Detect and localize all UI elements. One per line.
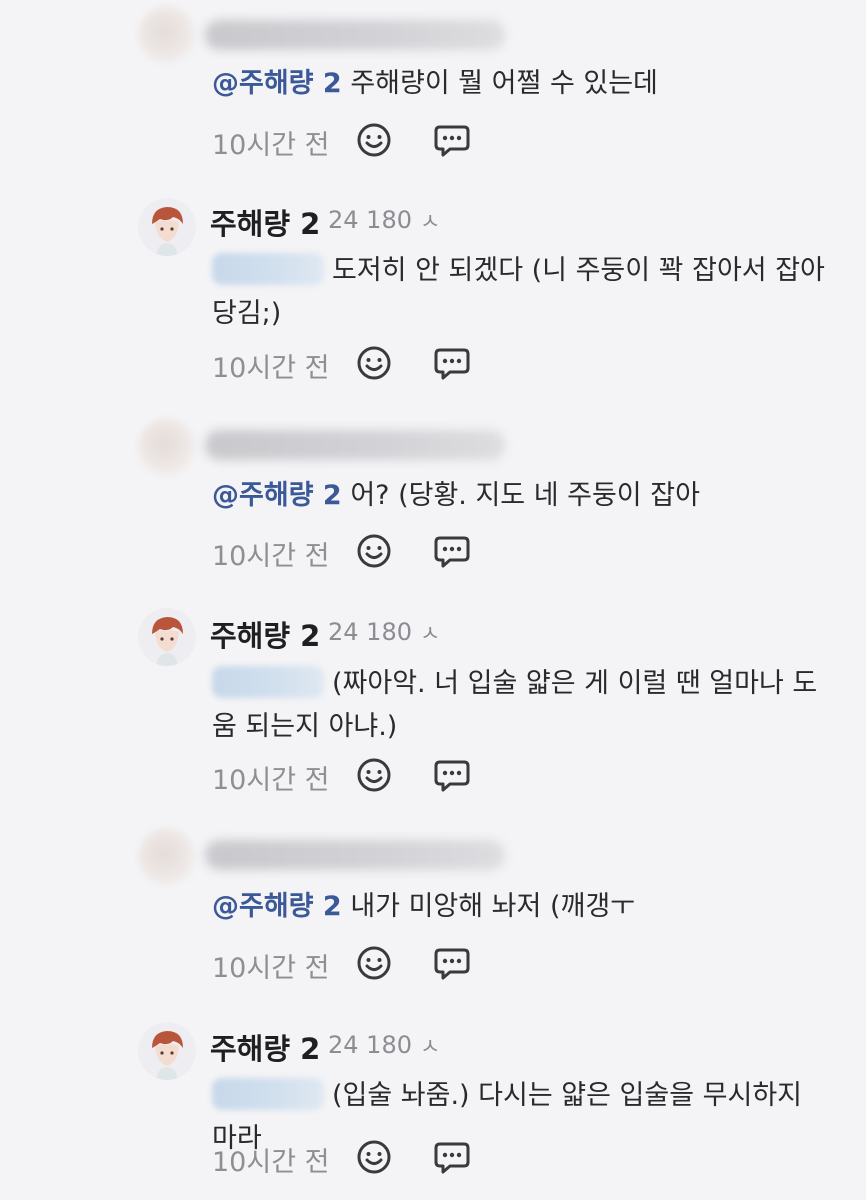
blurred-username	[205, 20, 505, 50]
avatar[interactable]	[138, 418, 196, 476]
timestamp: 10시간 전	[212, 541, 330, 572]
avatar-illustration	[138, 198, 196, 256]
avatar[interactable]	[138, 608, 196, 666]
timestamp: 10시간 전	[212, 765, 330, 796]
author-name[interactable]: 주해량 2	[210, 1026, 320, 1068]
comment-text: 도저히 안 되겠다 (니 주둥이 꽉 잡아서 잡아당김;)	[212, 249, 832, 335]
mention-link[interactable]: @주해량 2	[212, 891, 342, 922]
reply-bubble-icon[interactable]	[432, 343, 472, 383]
author-meta: 24 180	[328, 618, 412, 646]
avatar[interactable]	[138, 6, 196, 64]
timestamp: 10시간 전	[212, 1147, 330, 1178]
reply-bubble-icon[interactable]	[432, 120, 472, 160]
smiley-icon[interactable]	[354, 755, 394, 795]
avatar-illustration	[138, 1022, 196, 1080]
smiley-icon[interactable]	[354, 1137, 394, 1177]
smiley-icon[interactable]	[354, 343, 394, 383]
reply-bubble-icon[interactable]	[432, 1137, 472, 1177]
blurred-mention	[212, 253, 324, 285]
blurred-username	[205, 840, 505, 870]
comment-body: 내가 미앙해 놔저 (깨갱ㅜ	[350, 891, 635, 922]
avatar[interactable]	[138, 828, 196, 886]
comment-body: 주해량이 뭘 어쩔 수 있는데	[350, 68, 658, 99]
reply-bubble-icon[interactable]	[432, 531, 472, 571]
comment-text: @주해량 2 어? (당황. 지도 네 주둥이 잡아	[212, 474, 832, 517]
smiley-icon[interactable]	[354, 531, 394, 571]
timestamp: 10시간 전	[212, 130, 330, 161]
person-icon: ㅅ	[420, 1035, 441, 1060]
reply-bubble-icon[interactable]	[432, 755, 472, 795]
blurred-mention	[212, 1078, 324, 1110]
avatar[interactable]	[138, 198, 196, 256]
avatar-illustration	[138, 608, 196, 666]
person-icon: ㅅ	[420, 622, 441, 647]
person-icon: ㅅ	[420, 210, 441, 235]
author-name[interactable]: 주해량 2	[210, 613, 320, 655]
reply-bubble-icon[interactable]	[432, 943, 472, 983]
mention-link[interactable]: @주해량 2	[212, 480, 342, 511]
mention-link[interactable]: @주해량 2	[212, 68, 342, 99]
timestamp: 10시간 전	[212, 953, 330, 984]
timestamp: 10시간 전	[212, 353, 330, 384]
comment-text: @주해량 2 주해량이 뭘 어쩔 수 있는데	[212, 62, 832, 105]
smiley-icon[interactable]	[354, 120, 394, 160]
author-meta: 24 180	[328, 1031, 412, 1059]
smiley-icon[interactable]	[354, 943, 394, 983]
blurred-mention	[212, 666, 324, 698]
comment-body: 어? (당황. 지도 네 주둥이 잡아	[350, 480, 700, 511]
author-meta: 24 180	[328, 206, 412, 234]
comment-text: @주해량 2 내가 미앙해 놔저 (깨갱ㅜ	[212, 885, 832, 928]
avatar[interactable]	[138, 1022, 196, 1080]
comment-text: (짜아악. 너 입술 얇은 게 이럴 땐 얼마나 도움 되는지 아냐.)	[212, 662, 832, 748]
blurred-username	[205, 430, 505, 460]
author-name[interactable]: 주해량 2	[210, 201, 320, 243]
